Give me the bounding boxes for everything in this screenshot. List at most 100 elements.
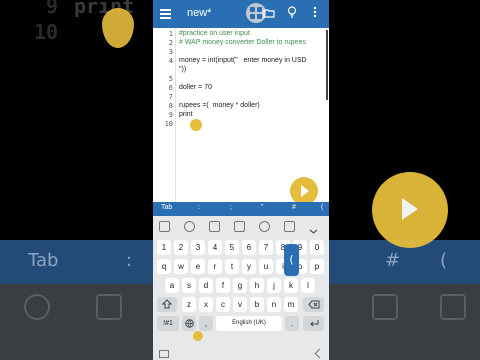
key-d[interactable]: d	[199, 278, 213, 293]
bg-line-number-10: 10	[34, 20, 59, 44]
key-2[interactable]: 2	[174, 240, 188, 255]
bg-emoji-icon	[24, 294, 50, 320]
key-u[interactable]: u	[259, 259, 273, 274]
back-icon[interactable]	[314, 348, 325, 359]
bg-sticker-icon	[96, 294, 122, 320]
key-s[interactable]: s	[182, 278, 196, 293]
key-7[interactable]: 7	[259, 240, 273, 255]
bg-line-number-9: 9	[46, 0, 59, 18]
key-k[interactable]: k	[284, 278, 298, 293]
keyboard-hide-icon[interactable]	[159, 350, 169, 358]
sticker-icon[interactable]	[209, 221, 220, 232]
key-n[interactable]: n	[267, 297, 281, 312]
key-x[interactable]: x	[199, 297, 213, 312]
key-e[interactable]: e	[191, 259, 205, 274]
key-3[interactable]: 3	[191, 240, 205, 255]
symbols-key[interactable]: !#1	[157, 316, 179, 331]
key-t[interactable]: t	[225, 259, 239, 274]
bg-more-icon	[440, 294, 466, 320]
bg-tab-label: Tab	[28, 250, 59, 271]
more-icon[interactable]	[307, 6, 323, 22]
symbol-key-hash[interactable]: #	[292, 204, 296, 211]
symbol-key-tab[interactable]: Tab	[161, 204, 172, 211]
file-title: new*	[187, 7, 212, 19]
symbol-key-semicolon[interactable]: ;	[230, 204, 232, 211]
key-l[interactable]: l	[301, 278, 315, 293]
code-line: doller = 70	[179, 84, 212, 91]
space-key[interactable]: English (UK)	[216, 316, 282, 331]
key-0[interactable]: 0	[310, 240, 324, 255]
line-number: 5	[168, 75, 173, 83]
symbol-key-paren[interactable]: (	[321, 204, 323, 211]
code-line: #practice on user input	[179, 30, 250, 37]
code-line: "))	[179, 66, 187, 73]
key-h[interactable]: h	[250, 278, 264, 293]
line-number: 8	[168, 102, 173, 110]
keyboard-grid-icon[interactable]	[159, 221, 170, 232]
comma-key[interactable]: ,	[199, 316, 213, 331]
navigation-bar	[153, 346, 329, 360]
key-popup-paren: (	[284, 244, 299, 276]
line-number: 2	[168, 39, 173, 47]
line-number: 9	[168, 111, 173, 119]
emoji-icon[interactable]	[184, 221, 195, 232]
key-z[interactable]: z	[182, 297, 196, 312]
menu-icon[interactable]	[160, 9, 171, 19]
key-g[interactable]: g	[233, 278, 247, 293]
line-number-gutter: 1 2 3 4 5 6 7 8 9 10	[153, 28, 176, 202]
key-p[interactable]: p	[310, 259, 324, 274]
code-line: rupees =( money * doller)	[179, 102, 260, 109]
enter-key[interactable]	[303, 316, 324, 331]
editor-scrollbar[interactable]	[326, 30, 328, 100]
folder-icon[interactable]	[261, 6, 277, 22]
tap-marker	[193, 331, 203, 341]
key-y[interactable]: y	[242, 259, 256, 274]
more-tools-icon[interactable]	[284, 221, 295, 232]
bg-play-button	[372, 172, 448, 248]
code-line: money = int(input(" enter money in USD	[179, 57, 307, 64]
key-c[interactable]: c	[216, 297, 230, 312]
period-key[interactable]: .	[285, 316, 299, 331]
phone-screen: new* 1 2 3 4 5 6 7 8 9 10 #practice on u…	[153, 0, 329, 360]
key-a[interactable]: a	[165, 278, 179, 293]
line-number: 10	[164, 120, 173, 128]
key-b[interactable]: b	[250, 297, 264, 312]
play-icon	[301, 185, 309, 197]
symbol-key-quote[interactable]: "	[261, 204, 264, 211]
bg-paren: (	[440, 250, 448, 271]
text-cursor-marker	[190, 119, 202, 131]
line-number: 6	[168, 84, 173, 92]
code-editor[interactable]: 1 2 3 4 5 6 7 8 9 10 #practice on user i…	[153, 28, 329, 202]
key-j[interactable]: j	[267, 278, 281, 293]
bg-tap-marker	[102, 8, 134, 48]
microphone-icon[interactable]	[234, 221, 245, 232]
key-r[interactable]: r	[208, 259, 222, 274]
globe-icon	[184, 319, 194, 328]
key-6[interactable]: 6	[242, 240, 256, 255]
bg-hash-label: #	[385, 250, 401, 271]
lightbulb-icon[interactable]	[284, 6, 300, 22]
key-f[interactable]: f	[216, 278, 230, 293]
line-number: 3	[168, 48, 173, 56]
app-bar: new*	[153, 0, 329, 28]
line-number: 1	[168, 30, 173, 38]
symbol-key-colon[interactable]: :	[198, 204, 200, 211]
keyboard-toolbar	[153, 216, 329, 236]
settings-icon[interactable]	[259, 221, 270, 232]
key-1[interactable]: 1	[157, 240, 171, 255]
key-w[interactable]: w	[174, 259, 188, 274]
key-m[interactable]: m	[284, 297, 298, 312]
line-number: 7	[168, 93, 173, 101]
globe-key[interactable]	[182, 316, 196, 331]
key-q[interactable]: q	[157, 259, 171, 274]
symbol-bar: Tab : ; " # (	[153, 202, 329, 216]
bg-settings-icon	[372, 294, 398, 320]
run-button[interactable]	[290, 177, 318, 205]
key-v[interactable]: v	[233, 297, 247, 312]
shift-key[interactable]	[157, 297, 177, 312]
code-line: # WAP money converter Doller to rupees	[179, 39, 306, 46]
key-5[interactable]: 5	[225, 240, 239, 255]
collapse-keyboard-icon[interactable]	[309, 221, 318, 234]
key-4[interactable]: 4	[208, 240, 222, 255]
backspace-key[interactable]	[303, 297, 324, 312]
